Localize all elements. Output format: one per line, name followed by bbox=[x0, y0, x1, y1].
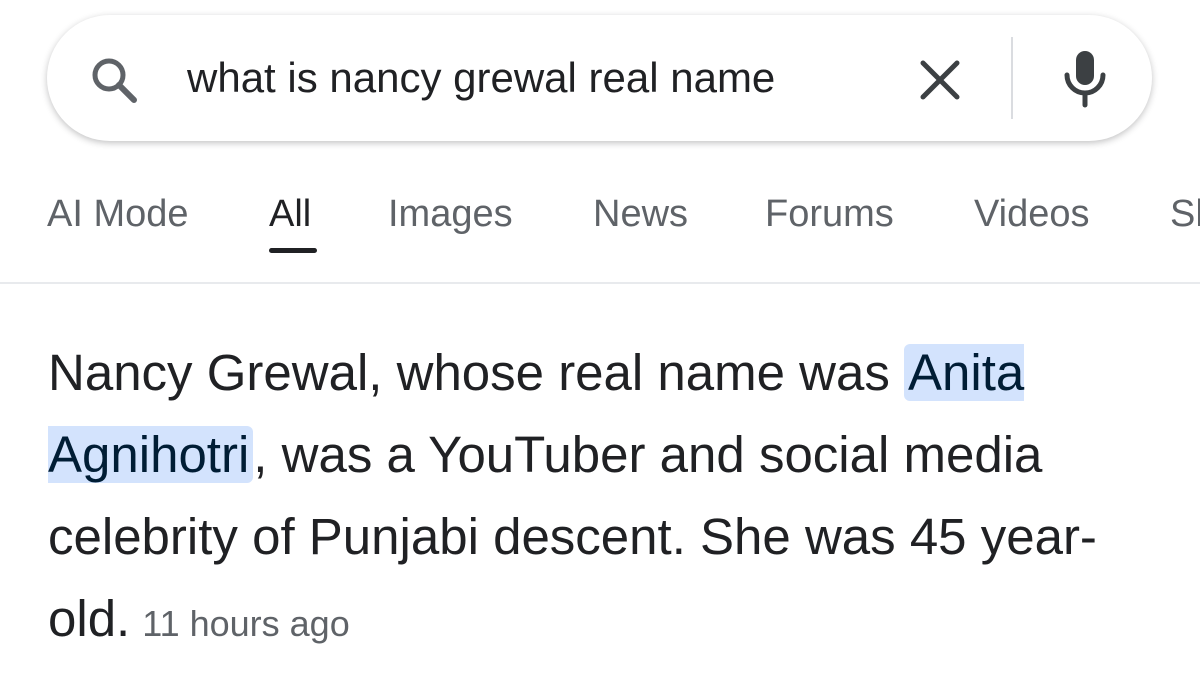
tab-all-indicator bbox=[269, 248, 317, 253]
search-icon[interactable] bbox=[87, 53, 143, 109]
search-bar-divider bbox=[1011, 37, 1013, 119]
search-results-page: what is nancy grewal real name AI Mode A… bbox=[0, 0, 1200, 688]
answer-timestamp: 11 hours ago bbox=[142, 603, 350, 644]
search-input[interactable]: what is nancy grewal real name bbox=[187, 45, 877, 111]
close-icon[interactable] bbox=[915, 55, 965, 105]
answer-text-part1: Nancy Grewal, whose real name was bbox=[48, 344, 905, 401]
featured-answer: Nancy Grewal, whose real name was Anita … bbox=[48, 332, 1178, 665]
tab-forums[interactable]: Forums bbox=[765, 190, 894, 238]
tabs-divider bbox=[0, 282, 1200, 284]
search-bar[interactable]: what is nancy grewal real name bbox=[47, 15, 1152, 141]
search-tabs: AI Mode All Images News Forums Videos Sh bbox=[0, 180, 1200, 282]
tab-ai-mode[interactable]: AI Mode bbox=[47, 190, 189, 238]
tab-news[interactable]: News bbox=[593, 190, 688, 238]
tab-all[interactable]: All bbox=[269, 190, 311, 238]
tab-shopping[interactable]: Sh bbox=[1170, 190, 1200, 238]
tab-images[interactable]: Images bbox=[388, 190, 513, 238]
microphone-icon[interactable] bbox=[1057, 47, 1113, 111]
tab-videos[interactable]: Videos bbox=[974, 190, 1090, 238]
